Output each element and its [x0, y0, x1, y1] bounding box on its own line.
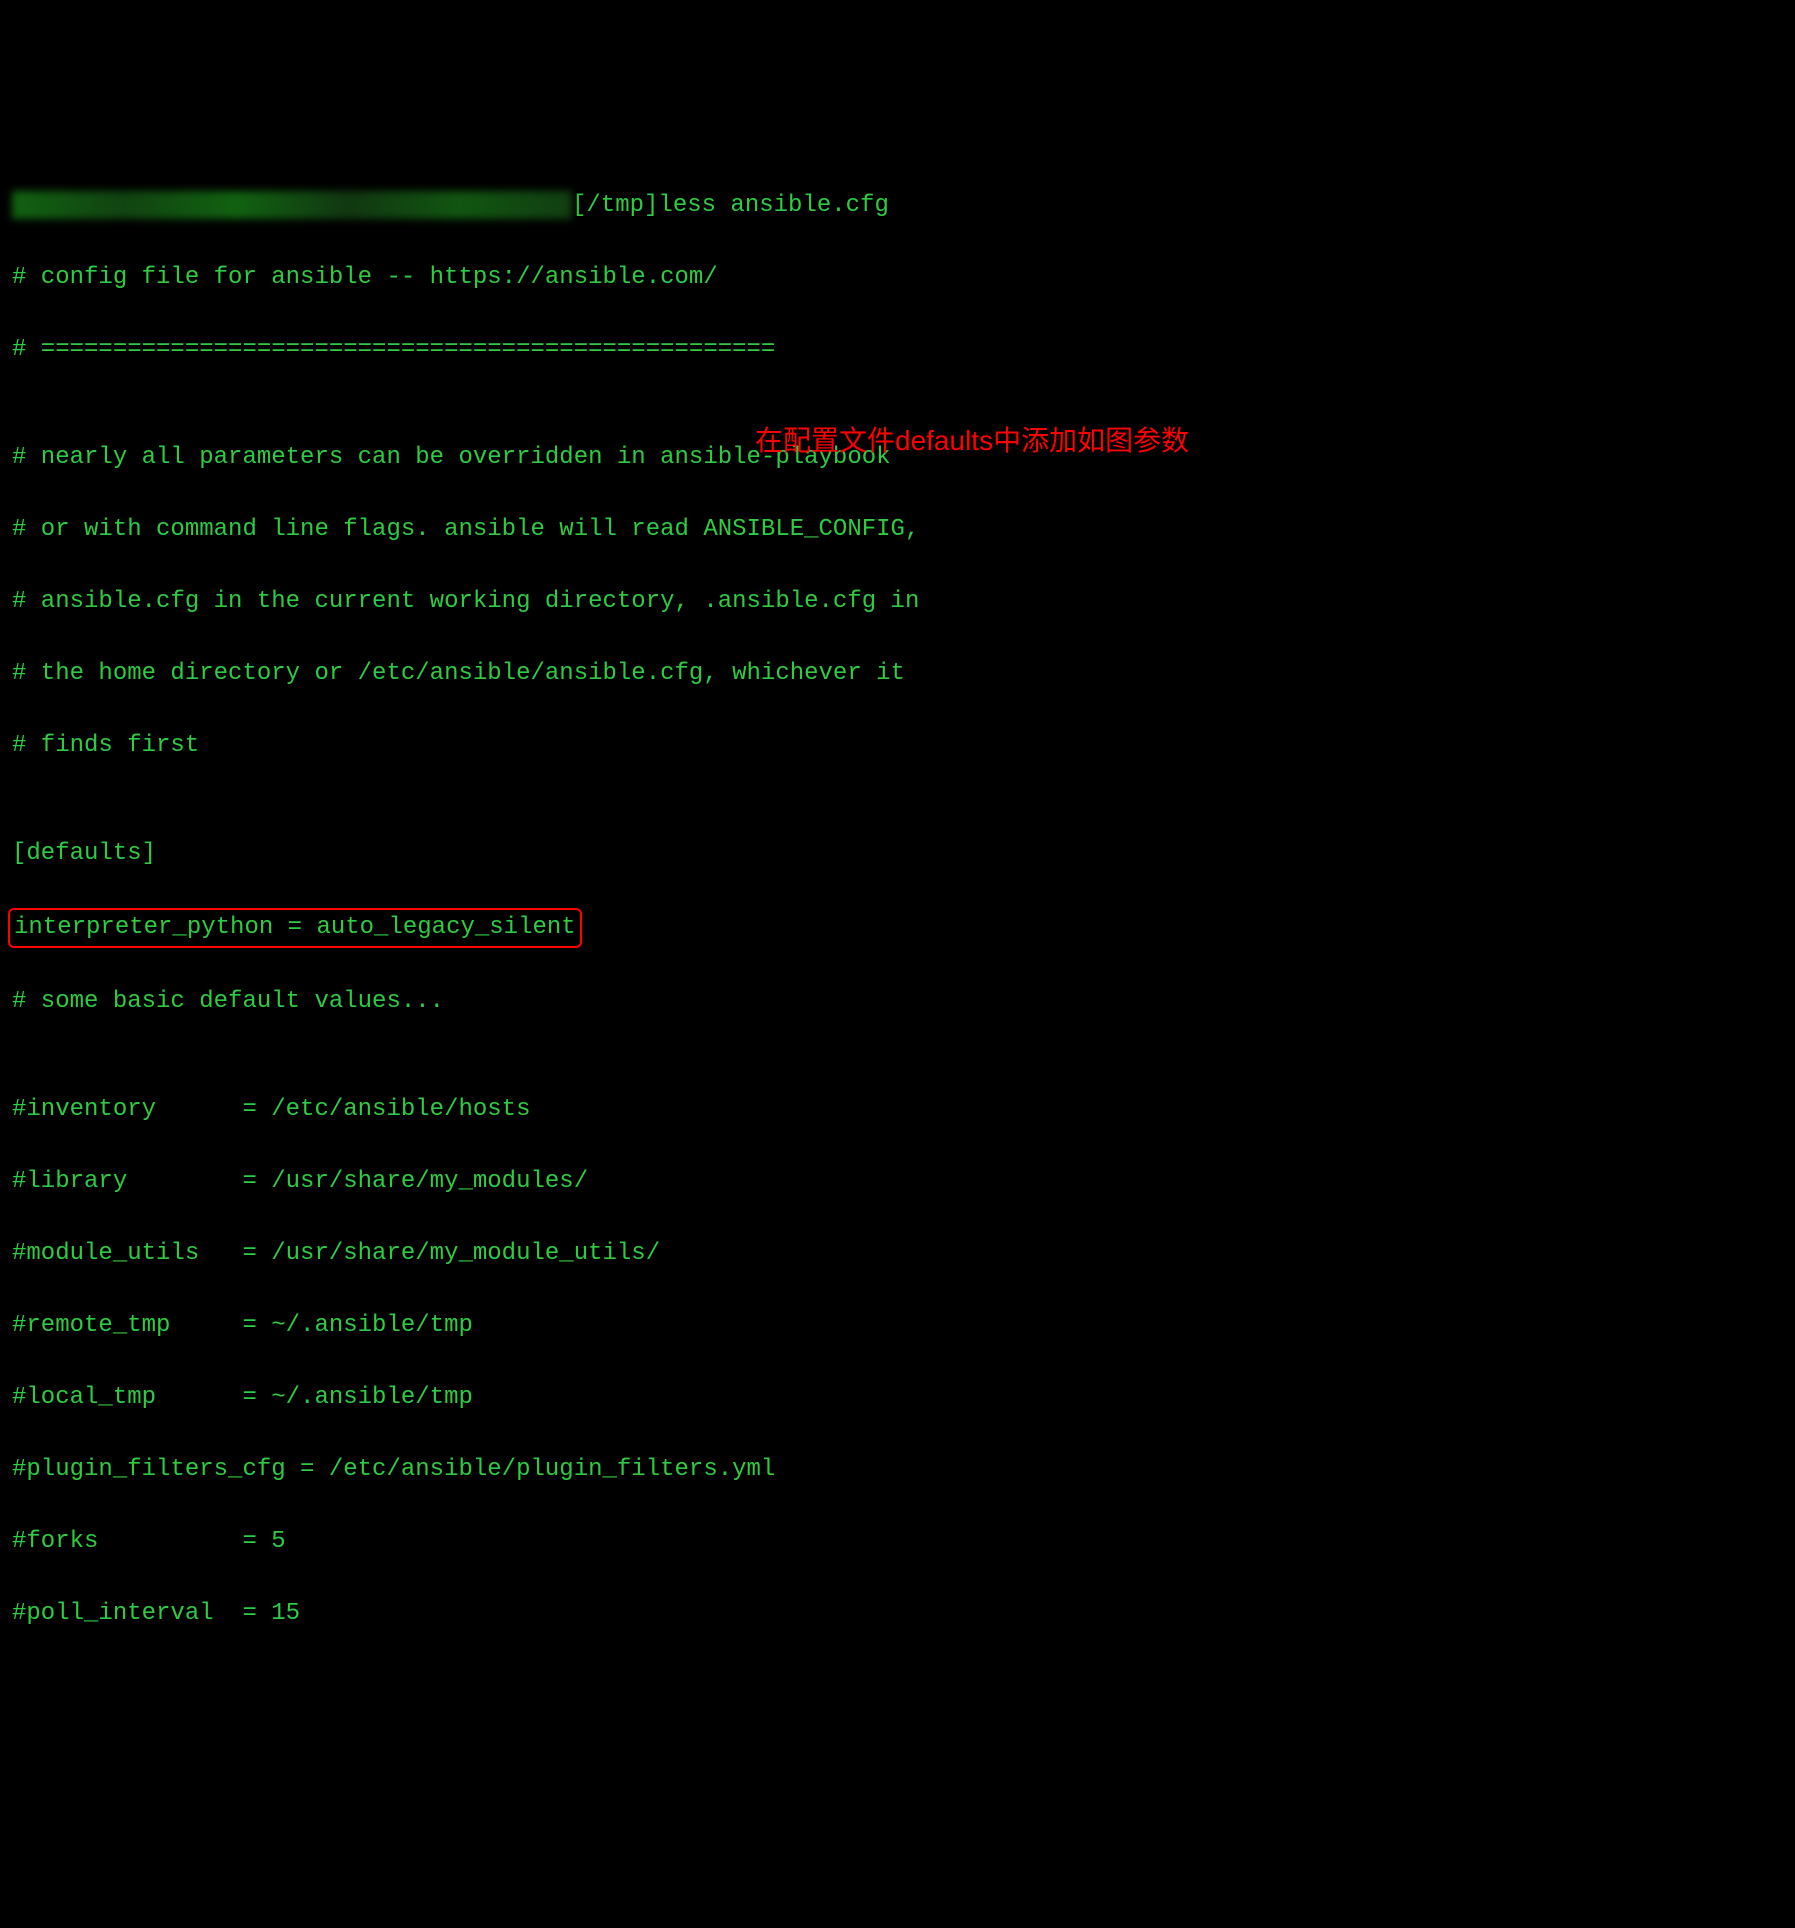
poll-interval-setting: #poll_interval = 15: [12, 1596, 1783, 1632]
terminal-output: [/tmp]less ansible.cfg # config file for…: [12, 152, 1783, 1668]
config-comment-header: # config file for ansible -- https://ans…: [12, 260, 1783, 296]
config-comment-desc5: # finds first: [12, 728, 1783, 764]
local-tmp-setting: #local_tmp = ~/.ansible/tmp: [12, 1380, 1783, 1416]
config-comment-desc4: # the home directory or /etc/ansible/ans…: [12, 656, 1783, 692]
config-comment-desc2: # or with command line flags. ansible wi…: [12, 512, 1783, 548]
command-text: [/tmp]less ansible.cfg: [572, 192, 889, 219]
plugin-filters-setting: #plugin_filters_cfg = /etc/ansible/plugi…: [12, 1452, 1783, 1488]
prompt-line: [/tmp]less ansible.cfg: [12, 188, 1783, 224]
remote-tmp-setting: #remote_tmp = ~/.ansible/tmp: [12, 1308, 1783, 1344]
interpreter-python-setting: interpreter_python = auto_legacy_silent: [8, 908, 582, 948]
library-setting: #library = /usr/share/my_modules/: [12, 1164, 1783, 1200]
redacted-prompt: [12, 191, 572, 219]
defaults-section: [defaults]: [12, 836, 1783, 872]
highlighted-config-line: interpreter_python = auto_legacy_silent: [12, 908, 1783, 948]
forks-setting: #forks = 5: [12, 1524, 1783, 1560]
module-utils-setting: #module_utils = /usr/share/my_module_uti…: [12, 1236, 1783, 1272]
basic-defaults-comment: # some basic default values...: [12, 984, 1783, 1020]
inventory-setting: #inventory = /etc/ansible/hosts: [12, 1092, 1783, 1128]
config-comment-desc3: # ansible.cfg in the current working dir…: [12, 584, 1783, 620]
red-annotation-text: 在配置文件defaults中添加如图参数: [755, 420, 1189, 462]
config-separator: # ======================================…: [12, 332, 1783, 368]
